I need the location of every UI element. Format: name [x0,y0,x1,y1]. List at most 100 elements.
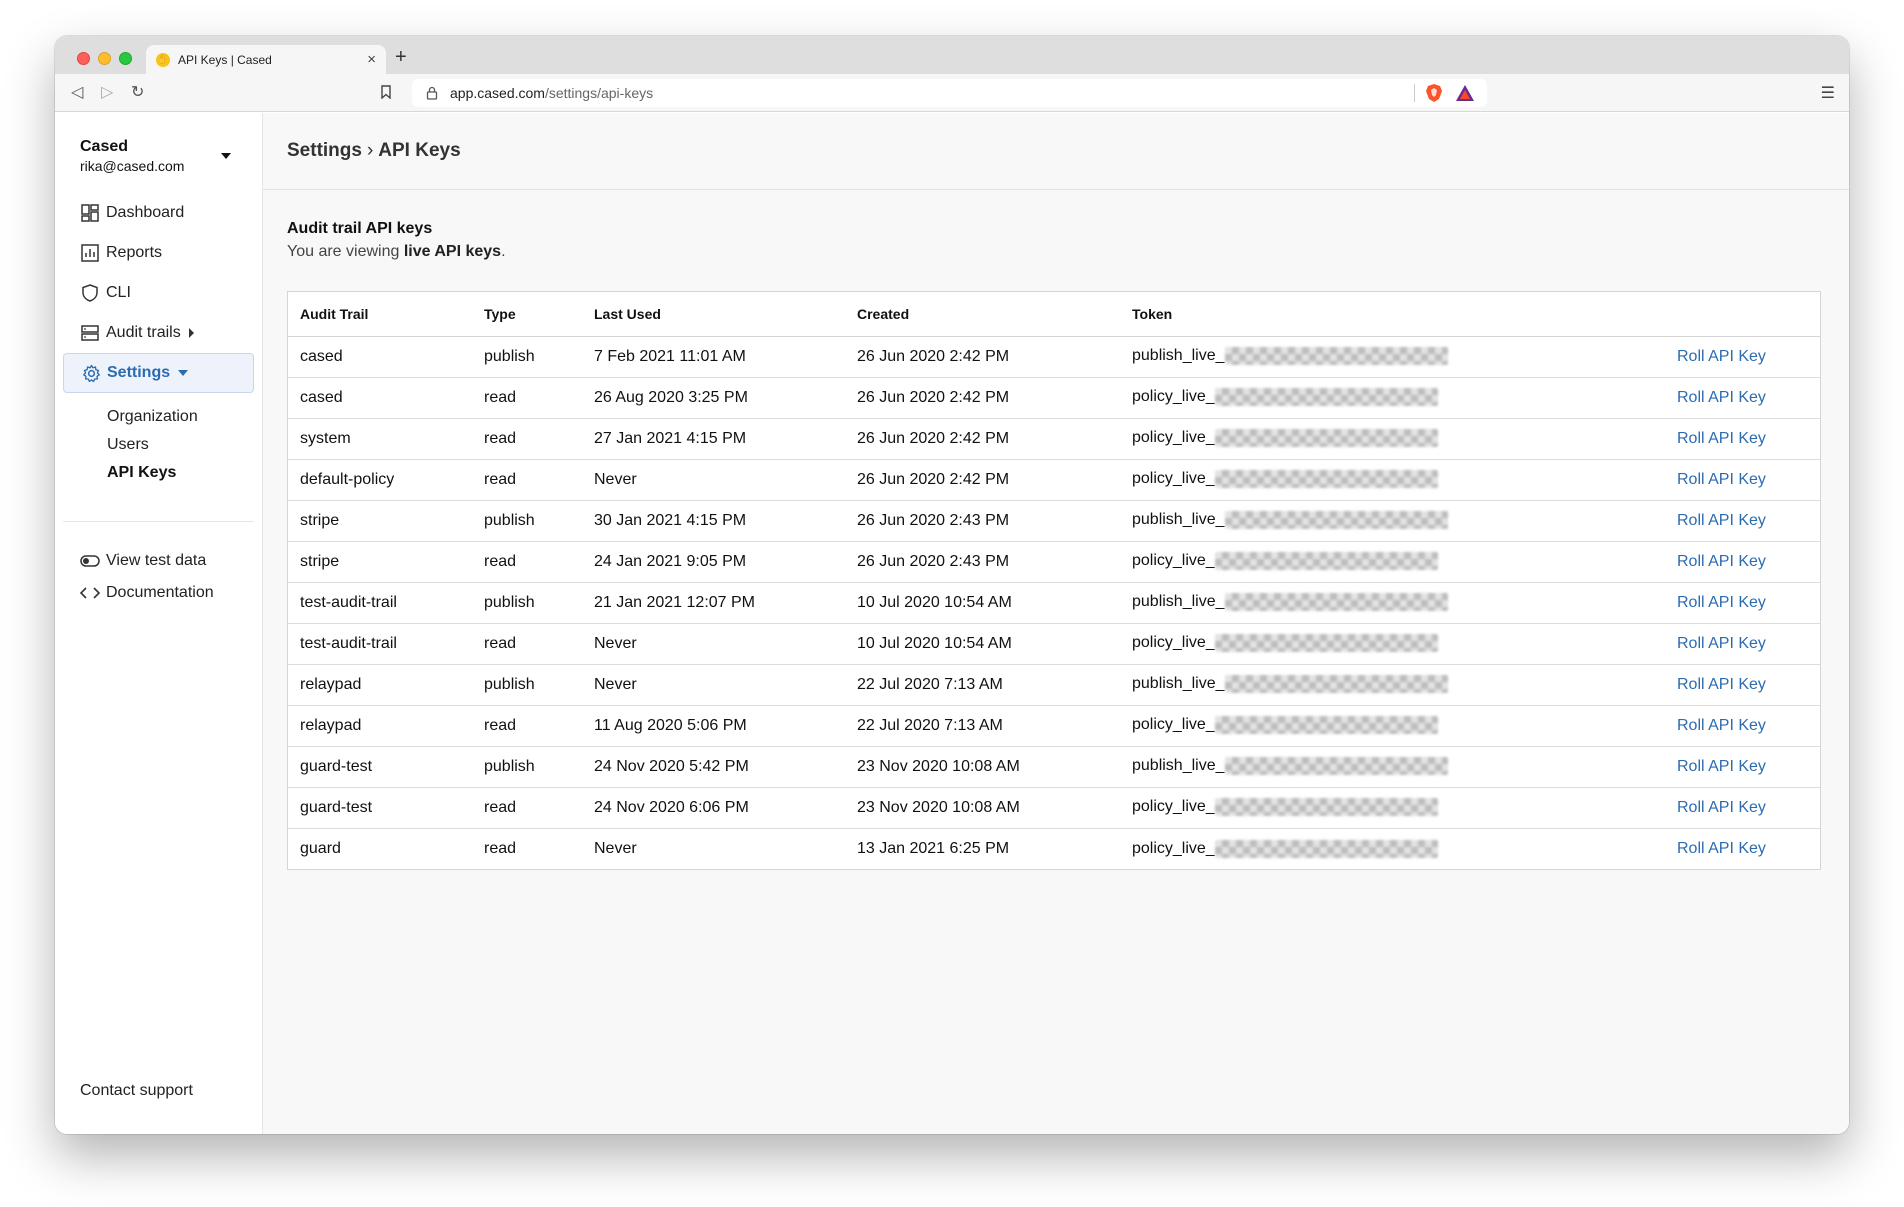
cell-created: 26 Jun 2020 2:42 PM [845,459,1120,501]
token-redacted [1214,839,1438,858]
token-prefix: publish_live_ [1132,511,1225,529]
cell-action: Roll API Key [1665,746,1820,788]
cell-audit-trail: relaypad [288,664,472,706]
cell-token: publish_live_ [1120,746,1665,788]
cell-type: read [472,418,582,460]
forward-icon[interactable]: ▷ [101,82,113,102]
chevron-right-icon [188,328,194,338]
content-area: Audit trail API keys You are viewing liv… [263,190,1849,870]
browser-menu-icon[interactable]: ☰ [1821,83,1835,103]
token-prefix: policy_live_ [1132,839,1215,857]
close-tab-icon[interactable]: × [367,51,376,68]
sidebar-item-cli[interactable]: CLI [63,273,254,313]
token-prefix: publish_live_ [1132,593,1225,611]
subnav-item-organization[interactable]: Organization [107,403,254,431]
breadcrumb-settings[interactable]: Settings [287,140,362,162]
subnav-item-users[interactable]: Users [107,431,254,459]
sidebar: Cased rika@cased.com Dashboard Reports C… [55,113,263,1134]
cell-last-used: 21 Jan 2021 12:07 PM [582,582,845,624]
roll-api-key-link[interactable]: Roll API Key [1677,594,1766,611]
cell-created: 26 Jun 2020 2:42 PM [845,336,1120,378]
reload-icon[interactable]: ↻ [131,82,144,102]
cell-action: Roll API Key [1665,828,1820,869]
sidebar-item-reports[interactable]: Reports [63,233,254,273]
url-path: /settings/api-keys [544,85,654,101]
subnav-item-api-keys[interactable]: API Keys [107,459,254,487]
sidebar-item-audit-trails[interactable]: Audit trails [63,313,254,353]
address-bar[interactable]: app.cased.com/settings/api-keys [412,79,1487,107]
view-test-data-link[interactable]: View test data [80,545,214,577]
new-tab-icon[interactable]: + [395,46,407,69]
roll-api-key-link[interactable]: Roll API Key [1677,799,1766,816]
maximize-window-button[interactable] [119,52,132,65]
browser-tab[interactable]: ✋ API Keys | Cased × [146,45,386,74]
section-subtitle: You are viewing live API keys. [287,243,1825,261]
minimize-window-button[interactable] [98,52,111,65]
roll-api-key-link[interactable]: Roll API Key [1677,758,1766,775]
bookmark-icon[interactable] [381,85,391,99]
roll-api-key-link[interactable]: Roll API Key [1677,635,1766,652]
org-switcher[interactable]: Cased rika@cased.com [80,138,184,174]
cell-audit-trail: system [288,418,472,460]
contact-support-link[interactable]: Contact support [80,1082,193,1100]
cell-audit-trail: stripe [288,541,472,583]
cell-action: Roll API Key [1665,500,1820,542]
roll-api-key-link[interactable]: Roll API Key [1677,430,1766,447]
cell-last-used: 24 Nov 2020 5:42 PM [582,746,845,788]
roll-api-key-link[interactable]: Roll API Key [1677,840,1766,857]
token-prefix: policy_live_ [1132,470,1215,488]
token-redacted [1214,552,1438,571]
brave-rewards-icon[interactable] [1455,84,1475,102]
token-prefix: publish_live_ [1132,675,1225,693]
cell-action: Roll API Key [1665,377,1820,419]
roll-api-key-link[interactable]: Roll API Key [1677,348,1766,365]
cell-action: Roll API Key [1665,336,1820,378]
cell-last-used: 11 Aug 2020 5:06 PM [582,705,845,747]
token-redacted [1224,757,1448,776]
settings-subnav: Organization Users API Keys [63,403,254,487]
cell-created: 22 Jul 2020 7:13 AM [845,705,1120,747]
cell-action: Roll API Key [1665,541,1820,583]
documentation-link[interactable]: Documentation [80,577,214,609]
brave-shields-icon[interactable] [1425,83,1443,103]
table-body: cased publish 7 Feb 2021 11:01 AM 26 Jun… [288,336,1820,869]
roll-api-key-link[interactable]: Roll API Key [1677,676,1766,693]
cell-created: 13 Jan 2021 6:25 PM [857,839,1010,857]
cell-audit-trail: cased [288,336,472,378]
toggle-icon [80,555,102,567]
roll-api-key-link[interactable]: Roll API Key [1677,512,1766,529]
cell-created: 26 Jun 2020 2:43 PM [845,541,1120,583]
cell-audit-trail: relaypad [288,705,472,747]
column-header-type: Type [472,292,582,337]
cell-action: Roll API Key [1665,623,1820,665]
tab-title: API Keys | Cased [178,52,272,67]
subtitle-suffix: . [501,243,506,260]
column-header-actions [1665,292,1820,337]
sidebar-item-label: CLI [106,284,131,301]
token-redacted [1224,593,1448,612]
cell-created: 26 Jun 2020 2:42 PM [845,418,1120,460]
cell-type: read [472,541,582,583]
org-dropdown-caret-icon[interactable] [221,153,231,159]
sidebar-item-label: Reports [106,244,163,261]
roll-api-key-link[interactable]: Roll API Key [1677,553,1766,570]
back-icon[interactable]: ◁ [71,82,83,102]
close-window-button[interactable] [77,52,90,65]
shield-icon [80,283,100,303]
cased-favicon-icon: ✋ [156,52,170,67]
sidebar-item-dashboard[interactable]: Dashboard [63,193,254,233]
gear-icon [81,363,101,383]
token-redacted [1224,347,1448,366]
roll-api-key-link[interactable]: Roll API Key [1677,389,1766,406]
cell-type: read [472,705,582,747]
roll-api-key-link[interactable]: Roll API Key [1677,717,1766,734]
token-redacted [1214,388,1438,407]
sidebar-item-settings[interactable]: Settings [63,353,254,393]
browser-window: ✋ API Keys | Cased × + ◁ ▷ ↻ app.cased.c… [55,36,1849,1134]
roll-api-key-link[interactable]: Roll API Key [1677,471,1766,488]
subtitle-bold: live API keys [403,243,502,260]
sidebar-divider [63,521,254,522]
cell-last-used: Never [594,839,637,857]
table-row: guard read Never 13 Jan 2021 6:25 PM pol… [288,828,1820,869]
cell-last-used: Never [582,459,845,501]
